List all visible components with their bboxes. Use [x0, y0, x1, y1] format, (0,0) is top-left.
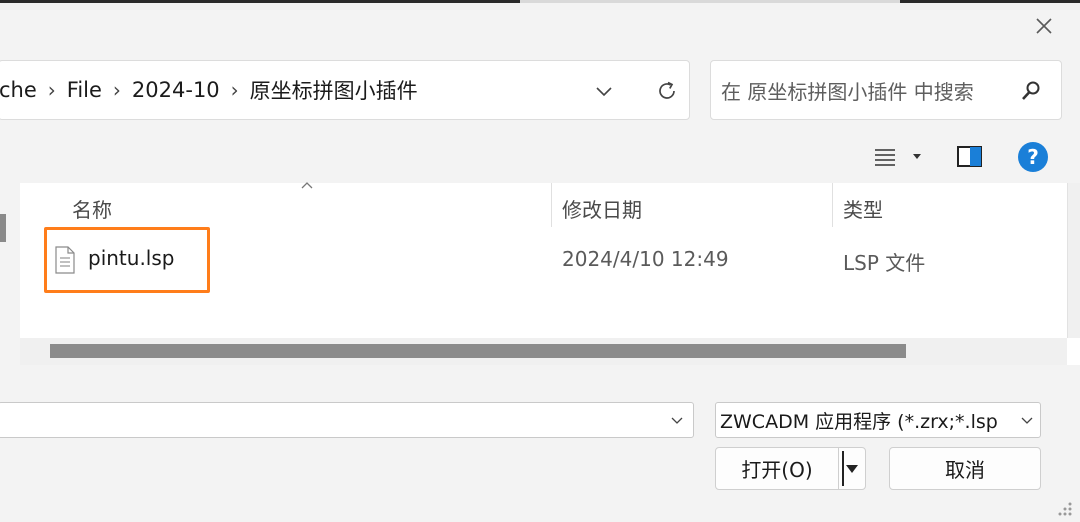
breadcrumb-item[interactable]: 原坐标拼图小插件 [250, 75, 418, 105]
close-icon [1036, 18, 1052, 34]
breadcrumb-item[interactable]: 2024-10 [132, 78, 220, 102]
horizontal-scrollbar-thumb[interactable] [50, 344, 906, 358]
search-icon [1022, 81, 1040, 100]
highlight-box [44, 227, 210, 293]
open-button-label: 打开(O) [741, 458, 813, 482]
chevron-down-icon [596, 87, 612, 97]
refresh-button[interactable] [650, 74, 684, 108]
refresh-icon [659, 81, 675, 99]
vertical-scrollbar-track[interactable] [1067, 183, 1080, 338]
address-dropdown-button[interactable] [588, 76, 620, 106]
list-view-icon [875, 149, 895, 166]
column-header-modified[interactable]: 修改日期 [552, 190, 832, 226]
address-bar[interactable]: che › File › 2024-10 › 原坐标拼图小插件 [0, 60, 690, 120]
search-input[interactable]: 在 原坐标拼图小插件 中搜索 [710, 60, 1062, 120]
search-placeholder: 在 原坐标拼图小插件 中搜索 [721, 79, 974, 104]
cancel-button[interactable]: 取消 [889, 447, 1041, 490]
column-header-label: 名称 [72, 197, 112, 222]
chevron-down-icon [1021, 417, 1033, 424]
navigation-scrollbar[interactable] [0, 214, 6, 242]
chevron-right-icon: › [230, 78, 239, 102]
search-button[interactable] [1016, 76, 1046, 106]
breadcrumb-item[interactable]: che [0, 78, 37, 102]
caret-down-icon [913, 154, 921, 159]
sort-ascending-icon [301, 182, 313, 189]
window-top-edge-light [520, 0, 900, 3]
filename-dropdown-button[interactable] [664, 408, 690, 432]
split-separator [842, 451, 844, 486]
file-type-filter-dropdown[interactable] [1016, 408, 1038, 432]
preview-pane-button[interactable] [956, 144, 984, 170]
filename-input[interactable] [0, 402, 694, 438]
caret-down-icon [846, 464, 858, 473]
file-modified-date: 2024/4/10 12:49 [562, 247, 729, 271]
open-button[interactable]: 打开(O) [715, 447, 839, 490]
column-header-label: 修改日期 [562, 197, 642, 222]
preview-pane-icon [957, 146, 982, 167]
breadcrumb-item[interactable]: File [67, 78, 102, 102]
file-type-filter[interactable]: ZWCADM 应用程序 (*.zrx;*.lsp [715, 402, 1041, 438]
view-mode-dropdown[interactable] [910, 150, 924, 164]
chevron-right-icon: › [47, 78, 56, 102]
column-header-label: 类型 [843, 197, 883, 222]
help-icon: ? [1027, 145, 1039, 169]
close-button[interactable] [1020, 6, 1068, 46]
view-mode-button[interactable] [872, 144, 898, 170]
column-header-name[interactable]: 名称 [62, 190, 550, 226]
column-header-type[interactable]: 类型 [833, 190, 1067, 226]
chevron-down-icon [671, 417, 683, 424]
file-type-filter-value: ZWCADM 应用程序 (*.zrx;*.lsp [720, 410, 998, 433]
breadcrumb: che › File › 2024-10 › 原坐标拼图小插件 [0, 75, 418, 105]
help-button[interactable]: ? [1018, 142, 1048, 172]
cancel-button-label: 取消 [945, 458, 985, 482]
file-type: LSP 文件 [843, 251, 926, 275]
chevron-right-icon: › [112, 78, 121, 102]
resize-grip-icon[interactable] [1050, 500, 1074, 518]
navigation-pane [0, 183, 20, 365]
